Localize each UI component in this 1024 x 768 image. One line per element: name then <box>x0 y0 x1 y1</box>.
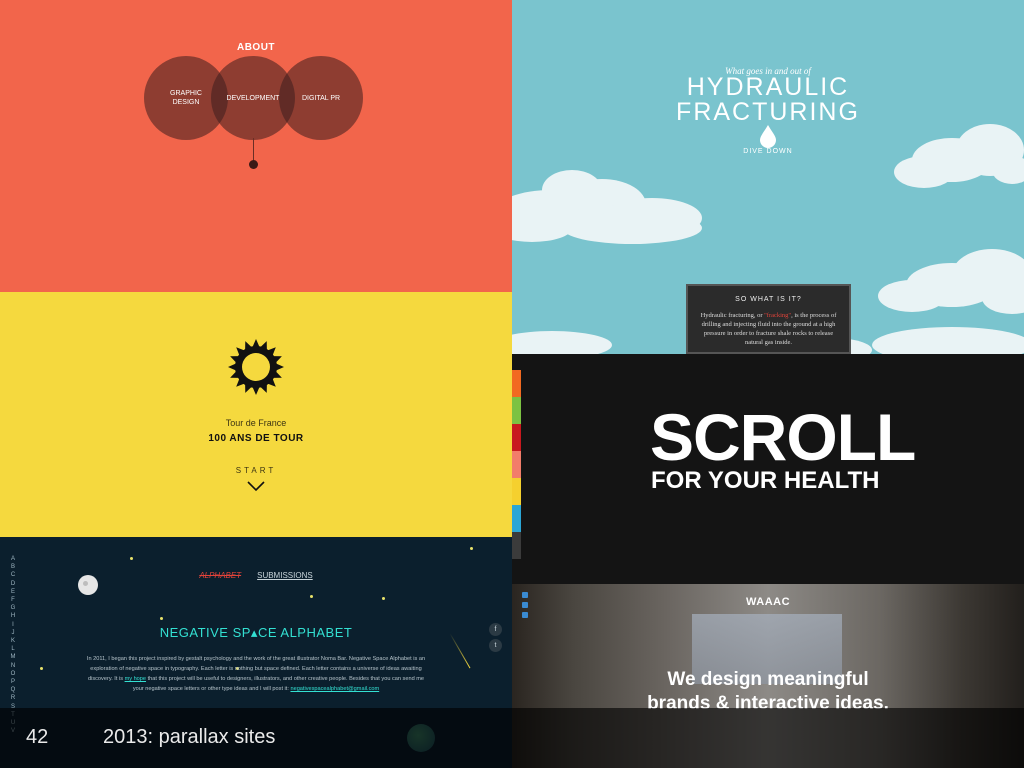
nav-swatch-7[interactable] <box>512 532 521 559</box>
development-label: DEVELOPMENT <box>226 94 280 102</box>
what-is-it-text: Hydraulic fracturing, or "fracking", is … <box>700 312 837 346</box>
twitter-icon[interactable]: t <box>489 639 502 652</box>
tour-title: 100 ANS DE TOUR <box>208 433 304 444</box>
star <box>470 547 473 550</box>
what-is-it-heading: SO WHAT IS IT? <box>735 296 802 303</box>
star <box>160 617 163 620</box>
star <box>40 667 43 670</box>
facebook-icon[interactable]: f <box>489 623 502 636</box>
digital-pr-circle[interactable]: DIGITAL PR <box>279 56 363 140</box>
nav-swatch-2[interactable] <box>512 397 521 424</box>
star <box>130 557 133 560</box>
alphabet-description: In 2011, I began this project inspired b… <box>86 656 426 692</box>
about-panel: ABOUT GRAPHIC DESIGN DEVELOPMENT DIGITAL… <box>0 0 512 292</box>
scroll-panel: SCROLL FOR YOUR HEALTH <box>512 354 1024 584</box>
star <box>382 597 385 600</box>
graphic-design-label: GRAPHIC DESIGN <box>170 90 202 106</box>
slide-number: 42 <box>26 726 49 748</box>
nav-swatch-4[interactable] <box>512 451 521 478</box>
nav-alphabet-link[interactable]: ALPHABET <box>199 571 241 580</box>
my-hope-link[interactable]: my hope <box>125 676 146 682</box>
gear-sun-icon <box>228 339 284 395</box>
letter-link[interactable]: A <box>8 555 18 563</box>
start-button[interactable]: START <box>0 466 512 475</box>
nav-swatch-3[interactable] <box>512 424 521 451</box>
letter-link[interactable]: P <box>8 678 18 686</box>
slide-footer: 42 2013: parallax sites <box>0 708 1024 768</box>
waaac-logo[interactable]: WAAAC <box>512 596 1024 608</box>
letter-link[interactable]: L <box>8 645 18 653</box>
letter-link[interactable]: Q <box>8 686 18 694</box>
water-drop-icon <box>760 125 776 148</box>
nav-swatch-6[interactable] <box>512 505 521 532</box>
what-is-it-box: SO WHAT IS IT? Hydraulic fracturing, or … <box>686 284 851 354</box>
tour-panel: Tour de France 100 ANS DE TOUR START <box>0 292 512 537</box>
dive-down-link[interactable]: DIVE DOWN <box>512 148 1024 155</box>
about-connector-line <box>253 138 254 162</box>
slide-caption: 2013: parallax sites <box>103 726 276 748</box>
color-nav-bar <box>512 370 521 559</box>
fracking-panel: What goes in and out of HYDRAULIC FRACTU… <box>512 0 1024 354</box>
letter-link[interactable]: E <box>8 588 18 596</box>
letter-link[interactable]: N <box>8 662 18 670</box>
about-scroll-dot[interactable] <box>249 160 258 169</box>
letter-link[interactable]: O <box>8 670 18 678</box>
letter-link[interactable]: F <box>8 596 18 604</box>
nav-swatch-5[interactable] <box>512 478 521 505</box>
scroll-subheadline: FOR YOUR HEALTH <box>651 467 880 494</box>
linkedin-icon[interactable] <box>522 612 528 618</box>
chevron-down-icon[interactable] <box>246 480 266 492</box>
about-title: ABOUT <box>236 42 276 53</box>
alphabet-nav: ALPHABET SUBMISSIONS <box>0 571 512 580</box>
nav-submissions-link[interactable]: SUBMISSIONS <box>257 571 313 580</box>
letter-link[interactable]: D <box>8 580 18 588</box>
fracking-title-line2: FRACTURING <box>676 98 860 126</box>
letter-link[interactable]: G <box>8 604 18 612</box>
letter-link[interactable]: M <box>8 653 18 661</box>
digital-pr-label: DIGITAL PR <box>301 94 341 102</box>
email-link[interactable]: negativespacealphabet@gmail.com <box>290 686 379 692</box>
letter-link[interactable]: H <box>8 612 18 620</box>
nav-swatch-1[interactable] <box>512 370 521 397</box>
fracking-highlight: "fracking" <box>764 312 792 319</box>
tour-subtitle: Tour de France <box>225 418 287 428</box>
alphabet-title: NEGATIVE SP▴CE ALPHABET <box>159 625 353 640</box>
star <box>310 595 313 598</box>
letter-link[interactable]: R <box>8 694 18 702</box>
scroll-headline: SCROLL <box>650 400 916 474</box>
